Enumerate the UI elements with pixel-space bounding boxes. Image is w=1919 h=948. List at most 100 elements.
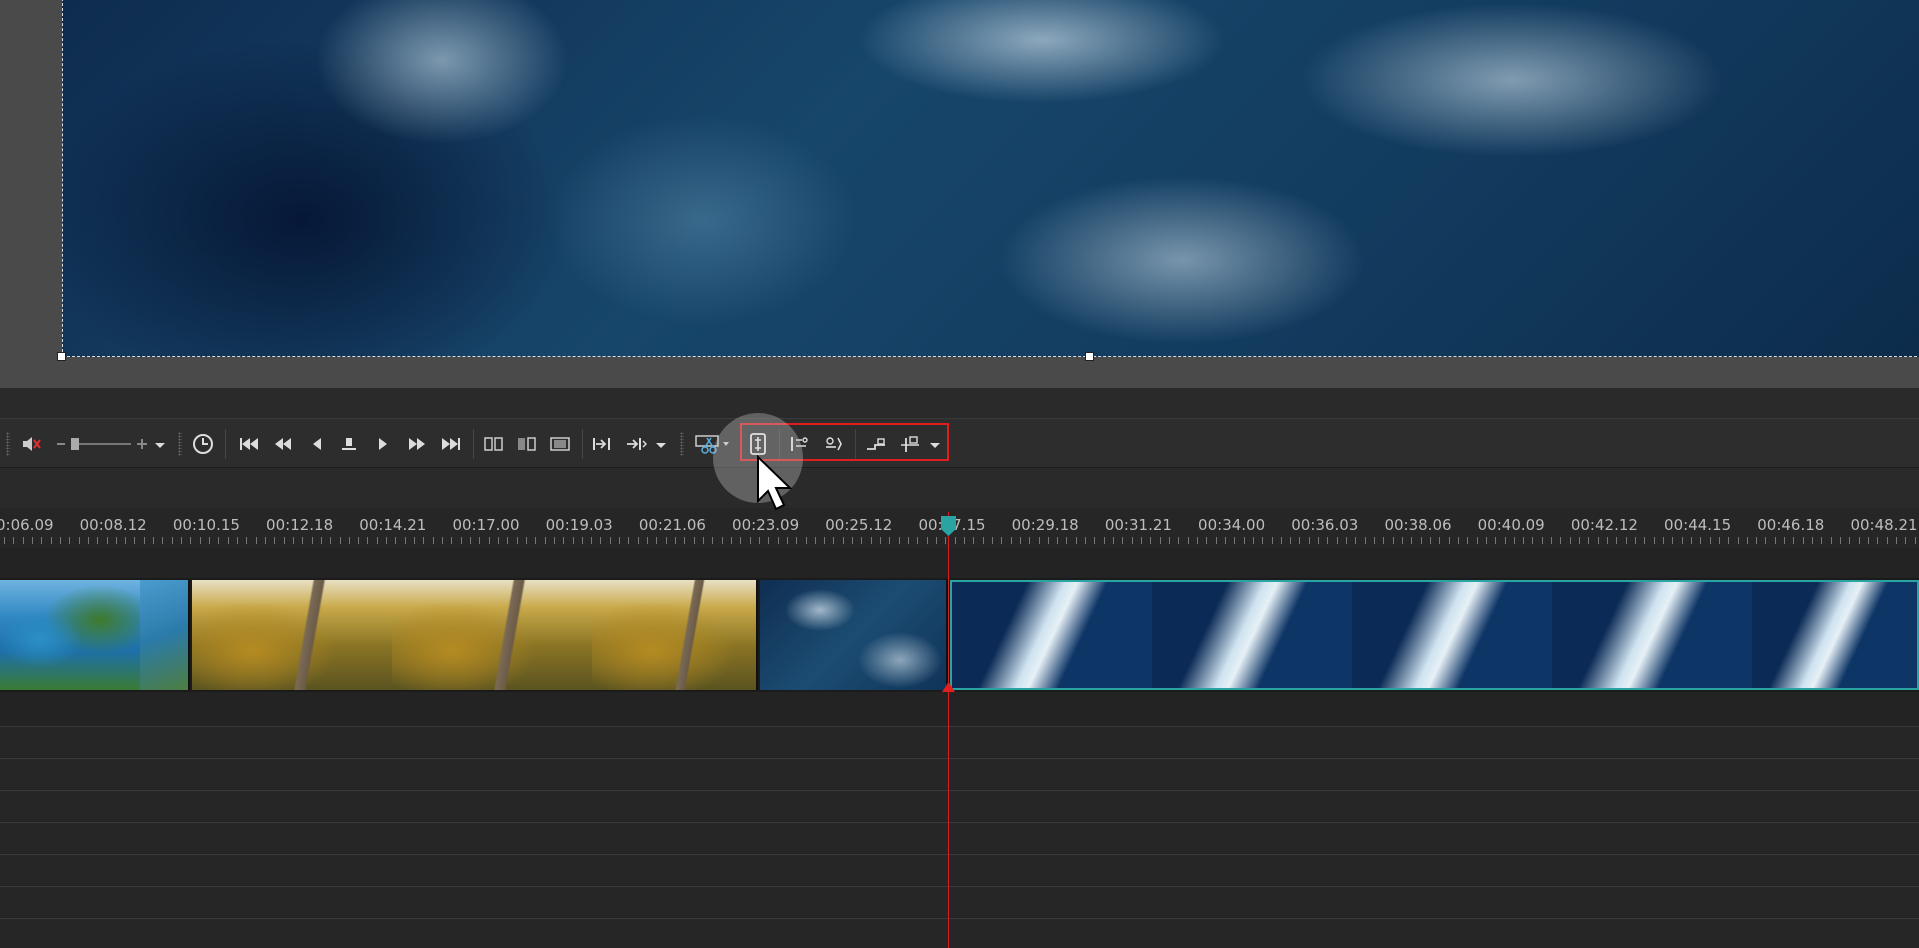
ruler-tick — [1532, 537, 1533, 544]
empty-track-7[interactable] — [0, 886, 1919, 917]
ruler-tick — [470, 537, 471, 544]
ruler-time-label: 00:31.21 — [1105, 516, 1172, 534]
toolbar-grip[interactable] — [178, 432, 182, 456]
toolbar-grip[interactable] — [6, 432, 10, 456]
timeline-ruler[interactable]: 00:06.0900:08.1200:10.1500:12.1800:14.21… — [0, 508, 1919, 548]
ruler-tick — [675, 537, 676, 544]
ruler-tick — [1495, 537, 1496, 544]
ruler-tick — [442, 537, 443, 544]
stop-icon[interactable] — [336, 431, 362, 457]
ruler-tick — [861, 537, 862, 544]
clip-coast-bay[interactable] — [0, 580, 190, 690]
resize-handle-bottom-center[interactable] — [1085, 352, 1094, 361]
skip-start-icon[interactable] — [236, 431, 262, 457]
ruler-tick — [293, 537, 294, 544]
split-icon[interactable] — [745, 431, 771, 457]
ruler-time-label: 00:10.15 — [173, 516, 240, 534]
video-track-1[interactable] — [0, 578, 1919, 692]
ruler-tick — [79, 537, 80, 544]
empty-track-4[interactable] — [0, 790, 1919, 821]
lift-icon[interactable] — [863, 431, 889, 457]
ruler-tick — [824, 537, 825, 544]
ruler-time-label: 00:23.09 — [732, 516, 799, 534]
ruler-tick — [647, 537, 648, 544]
clip-forest-railway[interactable] — [192, 580, 758, 690]
ripple-right-icon[interactable] — [821, 431, 847, 457]
extract-icon[interactable] — [897, 431, 923, 457]
ruler-tick — [1644, 537, 1645, 544]
dropdown-icon[interactable] — [928, 431, 942, 457]
rewind-icon[interactable] — [270, 431, 296, 457]
ruler-time-label: 00:46.18 — [1757, 516, 1824, 534]
mark-out-icon[interactable] — [623, 431, 649, 457]
preview-panel — [0, 0, 1919, 388]
ruler-tick — [1756, 537, 1757, 544]
ruler-time-label: 00:42.12 — [1571, 516, 1638, 534]
ruler-tick — [1793, 537, 1794, 544]
skip-end-icon[interactable] — [438, 431, 464, 457]
playhead-line — [948, 512, 949, 948]
ruler-tick — [1514, 537, 1515, 544]
ruler-tick — [1113, 537, 1114, 544]
clock-icon[interactable] — [190, 431, 216, 457]
ruler-tick — [1849, 537, 1850, 544]
empty-track-8[interactable] — [0, 918, 1919, 948]
ruler-tick — [815, 537, 816, 544]
ruler-tick — [917, 537, 918, 544]
ruler-tick — [60, 537, 61, 544]
empty-track-6[interactable] — [0, 854, 1919, 885]
ruler-tick — [1393, 537, 1394, 544]
toolbar-grip[interactable] — [680, 432, 684, 456]
ruler-tick — [1831, 537, 1832, 544]
ruler-time-label: 00:40.09 — [1478, 516, 1545, 534]
empty-track-2[interactable] — [0, 726, 1919, 757]
ruler-tick — [796, 537, 797, 544]
preview-video-frame[interactable] — [62, 0, 1919, 357]
ruler-tick — [330, 537, 331, 544]
ruler-tick — [144, 537, 145, 544]
resize-handle-bottom-left[interactable] — [57, 352, 66, 361]
trim-mode-1-icon[interactable] — [481, 431, 507, 457]
clip-ocean-waves-1[interactable] — [760, 580, 948, 690]
ruler-tick — [964, 537, 965, 544]
ruler-tick — [1066, 537, 1067, 544]
volume-slider[interactable] — [55, 431, 151, 457]
ruler-tick — [1607, 537, 1608, 544]
ruler-tick — [880, 537, 881, 544]
ripple-left-icon[interactable] — [787, 431, 813, 457]
ruler-tick — [1234, 537, 1235, 544]
ruler-tick — [1551, 537, 1552, 544]
ruler-tick — [1803, 537, 1804, 544]
ruler-tick — [1039, 537, 1040, 544]
ruler-tick — [666, 537, 667, 544]
trim-mode-3-icon[interactable] — [547, 431, 573, 457]
dropdown-icon[interactable] — [654, 431, 668, 457]
video-editor-window: 00:06.0900:08.1200:10.1500:12.1800:14.21… — [0, 0, 1919, 948]
ruler-tick — [852, 537, 853, 544]
ruler-tick — [628, 537, 629, 544]
scissors-cut-icon[interactable] — [692, 431, 732, 457]
fast-forward-icon[interactable] — [404, 431, 430, 457]
ruler-time-label: 00:17.00 — [452, 516, 519, 534]
mute-speaker-icon[interactable] — [18, 431, 44, 457]
ruler-tick — [4, 537, 5, 544]
ruler-tick — [1421, 537, 1422, 544]
dropdown-icon[interactable] — [153, 431, 167, 457]
play-icon[interactable] — [370, 431, 396, 457]
ruler-tick — [1346, 537, 1347, 544]
ruler-tick — [945, 537, 946, 544]
ruler-tick — [1635, 537, 1636, 544]
ruler-tick — [1868, 537, 1869, 544]
ruler-tick — [451, 537, 452, 544]
clip-ocean-boat-wake[interactable] — [950, 580, 1919, 690]
empty-track-5[interactable] — [0, 822, 1919, 853]
ruler-tick — [433, 537, 434, 544]
ruler-tick — [750, 537, 751, 544]
ruler-tick — [1887, 537, 1888, 544]
empty-track-3[interactable] — [0, 758, 1919, 789]
trim-mode-2-icon[interactable] — [514, 431, 540, 457]
ruler-tick — [1383, 537, 1384, 544]
step-back-icon[interactable] — [304, 431, 330, 457]
ruler-time-label: 00:48.21 — [1850, 516, 1917, 534]
mark-in-icon[interactable] — [590, 431, 616, 457]
